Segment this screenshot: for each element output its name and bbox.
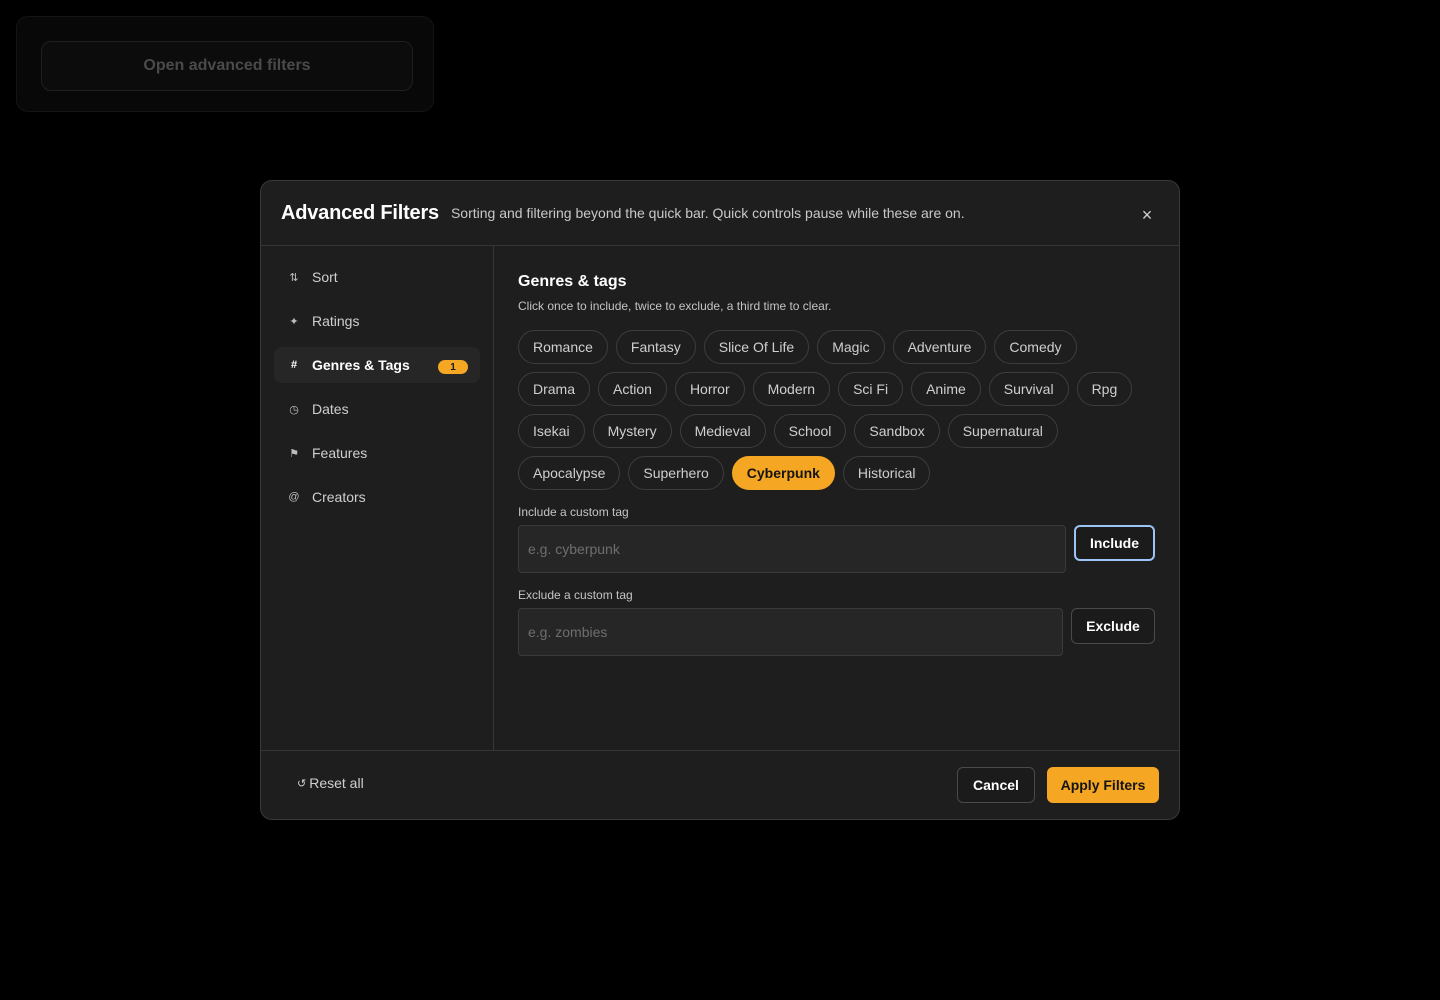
apply-filters-button[interactable]: Apply Filters xyxy=(1047,767,1159,803)
dialog-footer: ↺ Reset all Cancel Apply Filters xyxy=(261,750,1179,819)
sort-icon: ⇅ xyxy=(289,271,299,284)
at-icon: @ xyxy=(288,491,300,503)
close-icon[interactable]: × xyxy=(1135,203,1159,227)
tag-row: Apocalypse Superhero Cyberpunk Historical xyxy=(518,456,1155,490)
tag-chip-superhero[interactable]: Superhero xyxy=(628,456,724,490)
sidebar-item-label: Ratings xyxy=(312,313,360,329)
reset-icon: ↺ xyxy=(297,777,307,790)
sidebar-item-features[interactable]: ⚑ Features xyxy=(274,435,480,471)
tag-chip-school[interactable]: School xyxy=(773,414,847,448)
tag-chip-sci-fi[interactable]: Sci Fi xyxy=(838,372,904,406)
sidebar-item-label: Genres & Tags xyxy=(312,357,410,373)
include-field-row: Include xyxy=(518,525,1155,573)
tag-chip-comedy[interactable]: Comedy xyxy=(994,330,1077,364)
tag-chip-anime[interactable]: Anime xyxy=(911,372,981,406)
tag-chip-adventure[interactable]: Adventure xyxy=(892,330,987,364)
tag-chip-survival[interactable]: Survival xyxy=(988,372,1069,406)
reset-all-label: Reset all xyxy=(309,775,364,791)
tag-row: Drama Action Horror Modern Sci Fi Anime Surviv… xyxy=(518,372,1155,406)
exclude-field-label: Exclude a custom tag xyxy=(518,588,633,602)
dialog-title: Advanced Filters xyxy=(281,201,439,224)
tag-chip-cyberpunk[interactable]: Cyberpunk xyxy=(731,456,835,490)
tag-chip-apocalypse[interactable]: Apocalypse xyxy=(518,456,621,490)
tag-chip-sandbox[interactable]: Sandbox xyxy=(854,414,940,448)
sidebar-item-label: Creators xyxy=(312,489,366,505)
section-hint: Click once to include, twice to exclude,… xyxy=(518,299,832,313)
section-title: Genres & tags xyxy=(518,273,627,290)
genres-tags-panel: Genres & tags Click once to include, twi… xyxy=(494,246,1179,750)
open-advanced-filters-button[interactable]: Open advanced filters xyxy=(41,41,413,91)
tag-row: Romance Fantasy Slice Of Life Magic Adventur… xyxy=(518,330,1155,364)
sidebar-item-dates[interactable]: ◷ Dates xyxy=(274,391,480,427)
tag-row: Isekai Mystery Medieval School Sandbox Supern… xyxy=(518,414,1155,448)
clock-icon: ◷ xyxy=(289,403,299,416)
tag-chip-magic[interactable]: Magic xyxy=(817,330,885,364)
include-button[interactable]: Include xyxy=(1074,525,1155,561)
tag-chip-fantasy[interactable]: Fantasy xyxy=(615,330,696,364)
cancel-button[interactable]: Cancel xyxy=(957,767,1035,803)
tag-chip-isekai[interactable]: Isekai xyxy=(518,414,585,448)
tag-chip-historical[interactable]: Historical xyxy=(842,456,931,490)
sidebar-item-sort[interactable]: ⇅ Sort xyxy=(274,259,480,295)
tag-chip-medieval[interactable]: Medieval xyxy=(679,414,766,448)
tag-chip-action[interactable]: Action xyxy=(598,372,667,406)
tag-chip-modern[interactable]: Modern xyxy=(752,372,831,406)
sparkle-icon: ✦ xyxy=(289,315,299,328)
exclude-button[interactable]: Exclude xyxy=(1071,608,1155,644)
include-tag-input[interactable] xyxy=(518,525,1066,573)
advanced-filters-dialog: Advanced Filters Sorting and filtering b… xyxy=(260,180,1180,820)
flag-icon: ⚑ xyxy=(289,447,299,460)
count-badge: 1 xyxy=(438,360,468,374)
tag-chip-horror[interactable]: Horror xyxy=(674,372,745,406)
exclude-tag-input[interactable] xyxy=(518,608,1063,656)
tag-chip-drama[interactable]: Drama xyxy=(518,372,591,406)
dialog-header: Advanced Filters Sorting and filtering b… xyxy=(261,181,1179,246)
sidebar-item-label: Features xyxy=(312,445,368,461)
tag-chip-mystery[interactable]: Mystery xyxy=(592,414,672,448)
hash-icon: # xyxy=(290,359,298,371)
sidebar-item-label: Dates xyxy=(312,401,349,417)
tag-chip-supernatural[interactable]: Supernatural xyxy=(947,414,1058,448)
include-field-label: Include a custom tag xyxy=(518,505,629,519)
sidebar-item-creators[interactable]: @ Creators xyxy=(274,479,480,515)
tag-chip-romance[interactable]: Romance xyxy=(518,330,608,364)
tag-chip-slice-of-life[interactable]: Slice Of Life xyxy=(703,330,810,364)
tag-grid: Romance Fantasy Slice Of Life Magic Adventur… xyxy=(518,330,1155,490)
dialog-subtitle: Sorting and filtering beyond the quick b… xyxy=(450,205,965,221)
sidebar-item-genres-tags[interactable]: # Genres & Tags 1 xyxy=(274,347,480,383)
exclude-field-row: Exclude xyxy=(518,608,1155,656)
sidebar-item-ratings[interactable]: ✦ Ratings xyxy=(274,303,480,339)
tag-chip-rpg[interactable]: Rpg xyxy=(1076,372,1133,406)
sidebar-item-label: Sort xyxy=(312,269,338,285)
reset-all-button[interactable]: ↺ Reset all xyxy=(297,775,364,791)
filter-sidebar: ⇅ Sort ✦ Ratings # Genres & Tags 1 ◷ Dates ⚑ Featu… xyxy=(261,246,494,750)
launcher-card: Open advanced filters xyxy=(16,16,434,112)
